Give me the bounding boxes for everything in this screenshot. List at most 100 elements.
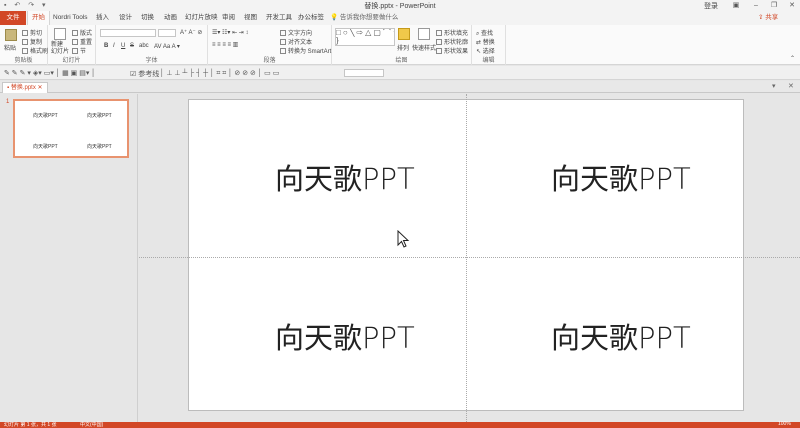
- align-text-icon: [280, 39, 286, 46]
- select-button[interactable]: ↖ 选择: [476, 46, 495, 55]
- replace-button[interactable]: ⇄ 替换: [476, 37, 495, 46]
- tabs-close-icon[interactable]: ✕: [788, 82, 794, 90]
- reference-line-toggle[interactable]: ☑ 参考线: [130, 69, 159, 79]
- text-direction-button[interactable]: 文字方向: [280, 28, 312, 37]
- tab-insert[interactable]: 插入: [92, 11, 113, 25]
- horizontal-guide[interactable]: [139, 257, 800, 258]
- group-label-font: 字体: [145, 58, 158, 64]
- tab-review[interactable]: 审阅: [218, 11, 239, 25]
- group-slides: 新建 幻灯片 版式 重置 节 幻灯片: [48, 25, 96, 65]
- ribbon-tabs: 文件 开始 Nordri Tools 插入 设计 切换 动画 幻灯片放映 审阅 …: [0, 11, 800, 25]
- fill-icon: [436, 30, 442, 37]
- tab-developer[interactable]: 开发工具: [262, 11, 296, 25]
- list-buttons[interactable]: ☰▾ ☷▾ ⇤ ⇥ ↕: [212, 29, 249, 36]
- share-label: 共享: [765, 14, 779, 21]
- group-label-editing: 编辑: [482, 58, 495, 64]
- ribbon-display-icon[interactable]: ▣: [726, 0, 746, 11]
- thumb-text: 向天歌PPT: [33, 113, 58, 119]
- smartart-button[interactable]: 转换为 SmartArt: [280, 46, 331, 55]
- quick-styles-icon[interactable]: [418, 28, 430, 40]
- tabs-scroll-icon[interactable]: ▾: [772, 82, 776, 90]
- language-status[interactable]: 中文(中国): [80, 421, 103, 428]
- group-paragraph: ☰▾ ☷▾ ⇤ ⇥ ↕ ≡ ≡ ≡ ≡ ▥ 文字方向 对齐文本 转换为 Smar…: [208, 25, 332, 65]
- tell-me-box[interactable]: 💡 告诉我你想要做什么: [330, 11, 398, 25]
- slide-editor[interactable]: 向天歌PPT 向天歌PPT 向天歌PPT 向天歌PPT: [139, 94, 800, 422]
- strikethrough-button[interactable]: S: [130, 43, 134, 49]
- window-title: 替换.pptx - PowerPoint: [364, 3, 436, 10]
- paste-button[interactable]: 粘贴: [4, 43, 16, 52]
- login-link[interactable]: 登录: [704, 1, 718, 11]
- toolbar-icons-left[interactable]: ✎ ✎ ✎ ▾ ◈▾ ▭▾ │ ▦ ▣ ▤▾ │: [4, 69, 96, 77]
- bold-button[interactable]: B: [104, 43, 108, 49]
- document-tab[interactable]: ▪ 替换.pptx ✕: [2, 82, 48, 93]
- document-tab-label: 替换.pptx: [10, 85, 36, 91]
- collapse-ribbon-icon[interactable]: ⌃: [790, 55, 795, 62]
- maximize-icon[interactable]: ❐: [764, 0, 784, 11]
- group-editing: ⌕ 查找 ⇄ 替换 ↖ 选择 编辑: [472, 25, 506, 65]
- new-slide-button[interactable]: 新建 幻灯片: [51, 42, 69, 56]
- text-direction-icon: [280, 30, 286, 37]
- slide-thumbnail[interactable]: 向天歌PPT 向天歌PPT 向天歌PPT 向天歌PPT: [13, 99, 129, 158]
- smartart-icon: [280, 48, 286, 55]
- align-buttons[interactable]: ≡ ≡ ≡ ≡ ▥: [212, 41, 238, 48]
- zoom-level[interactable]: 100%: [778, 421, 791, 427]
- slide-info: 幻灯片 第 1 张，共 1 张: [4, 422, 57, 428]
- reset-button[interactable]: 重置: [72, 37, 92, 46]
- quick-styles-button[interactable]: 快速样式: [412, 43, 436, 52]
- tab-nordri-tools[interactable]: Nordri Tools: [49, 11, 92, 25]
- section-button[interactable]: 节: [72, 46, 86, 55]
- new-slide-icon[interactable]: [54, 28, 66, 40]
- font-name-dropdown[interactable]: [100, 29, 156, 37]
- text-shadow-button[interactable]: abc: [139, 43, 149, 49]
- tab-transitions[interactable]: 切换: [137, 11, 158, 25]
- layout-button[interactable]: 版式: [72, 28, 92, 37]
- group-clipboard: 粘贴 剪切 复制 格式刷 剪贴板: [0, 25, 48, 65]
- text-box[interactable]: 向天歌PPT: [275, 156, 415, 198]
- vertical-guide[interactable]: [466, 94, 467, 422]
- slide-thumbnail-pane: 1 向天歌PPT 向天歌PPT 向天歌PPT 向天歌PPT: [0, 94, 138, 422]
- tab-view[interactable]: 视图: [240, 11, 261, 25]
- text-box[interactable]: 向天歌PPT: [551, 315, 691, 357]
- close-icon[interactable]: ✕: [782, 0, 800, 11]
- toolbar-dropdown[interactable]: [344, 69, 384, 77]
- char-spacing-aa-color[interactable]: AV Aa A ▾: [154, 43, 180, 50]
- shapes-gallery[interactable]: □○╲⇨△▢⌒☆{ }: [335, 28, 395, 46]
- tab-home[interactable]: 开始: [27, 11, 50, 25]
- tab-office-tab[interactable]: 办公标签: [294, 11, 328, 25]
- secondary-toolbar: ✎ ✎ ✎ ▾ ◈▾ ▭▾ │ ▦ ▣ ▤▾ │ ☑ 参考线 │ ⊥ ⊥ ┴ ├…: [0, 66, 800, 80]
- paste-icon[interactable]: [5, 29, 17, 41]
- font-size-dropdown[interactable]: [158, 29, 176, 37]
- text-box[interactable]: 向天歌PPT: [551, 156, 691, 198]
- tab-file[interactable]: 文件: [0, 11, 26, 25]
- tab-animations[interactable]: 动画: [160, 11, 181, 25]
- tab-slideshow[interactable]: 幻灯片放映: [181, 11, 222, 25]
- align-text-button[interactable]: 对齐文本: [280, 37, 312, 46]
- thumb-text: 向天歌PPT: [87, 113, 112, 119]
- text-box[interactable]: 向天歌PPT: [275, 315, 415, 357]
- section-icon: [72, 48, 78, 55]
- arrange-button[interactable]: 排列: [397, 43, 409, 52]
- copy-button[interactable]: 复制: [22, 37, 42, 46]
- tell-me-label: 告诉我你想要做什么: [339, 14, 399, 21]
- underline-button[interactable]: U: [121, 43, 125, 49]
- thumb-text: 向天歌PPT: [87, 144, 112, 150]
- shape-outline-button[interactable]: 形状轮廓: [436, 37, 468, 46]
- arrange-icon[interactable]: [398, 28, 410, 40]
- minimize-icon[interactable]: –: [746, 0, 766, 11]
- format-painter-button[interactable]: 格式刷: [22, 46, 48, 55]
- tab-design[interactable]: 设计: [115, 11, 136, 25]
- font-grow-shrink[interactable]: A⁺ A⁻ ⊘: [180, 29, 202, 36]
- share-button[interactable]: ⇪ 共享: [758, 11, 778, 25]
- brush-icon: [22, 48, 28, 55]
- tab-close-icon[interactable]: ✕: [38, 85, 43, 91]
- cut-button[interactable]: 剪切: [22, 28, 42, 37]
- document-tabs: ▪ 替换.pptx ✕ ▾ ✕: [0, 81, 800, 93]
- toolbar-icons-right[interactable]: │ ⊥ ⊥ ┴ ├ ┤ ┼ │ ⌗ ⌗ │ ⊘ ⊘ ⊘ │ ▭ ▭: [160, 69, 279, 78]
- share-icon: ⇪: [758, 14, 764, 21]
- italic-button[interactable]: I: [113, 43, 115, 49]
- ribbon-home: 粘贴 剪切 复制 格式刷 剪贴板 新建 幻灯片 版式 重置 节 幻灯片 A⁺ A…: [0, 25, 800, 65]
- group-label-drawing: 绘图: [395, 58, 408, 64]
- mouse-cursor-icon: [397, 230, 410, 248]
- shape-fill-button[interactable]: 形状填充: [436, 28, 468, 37]
- shape-effects-button[interactable]: 形状效果: [436, 46, 468, 55]
